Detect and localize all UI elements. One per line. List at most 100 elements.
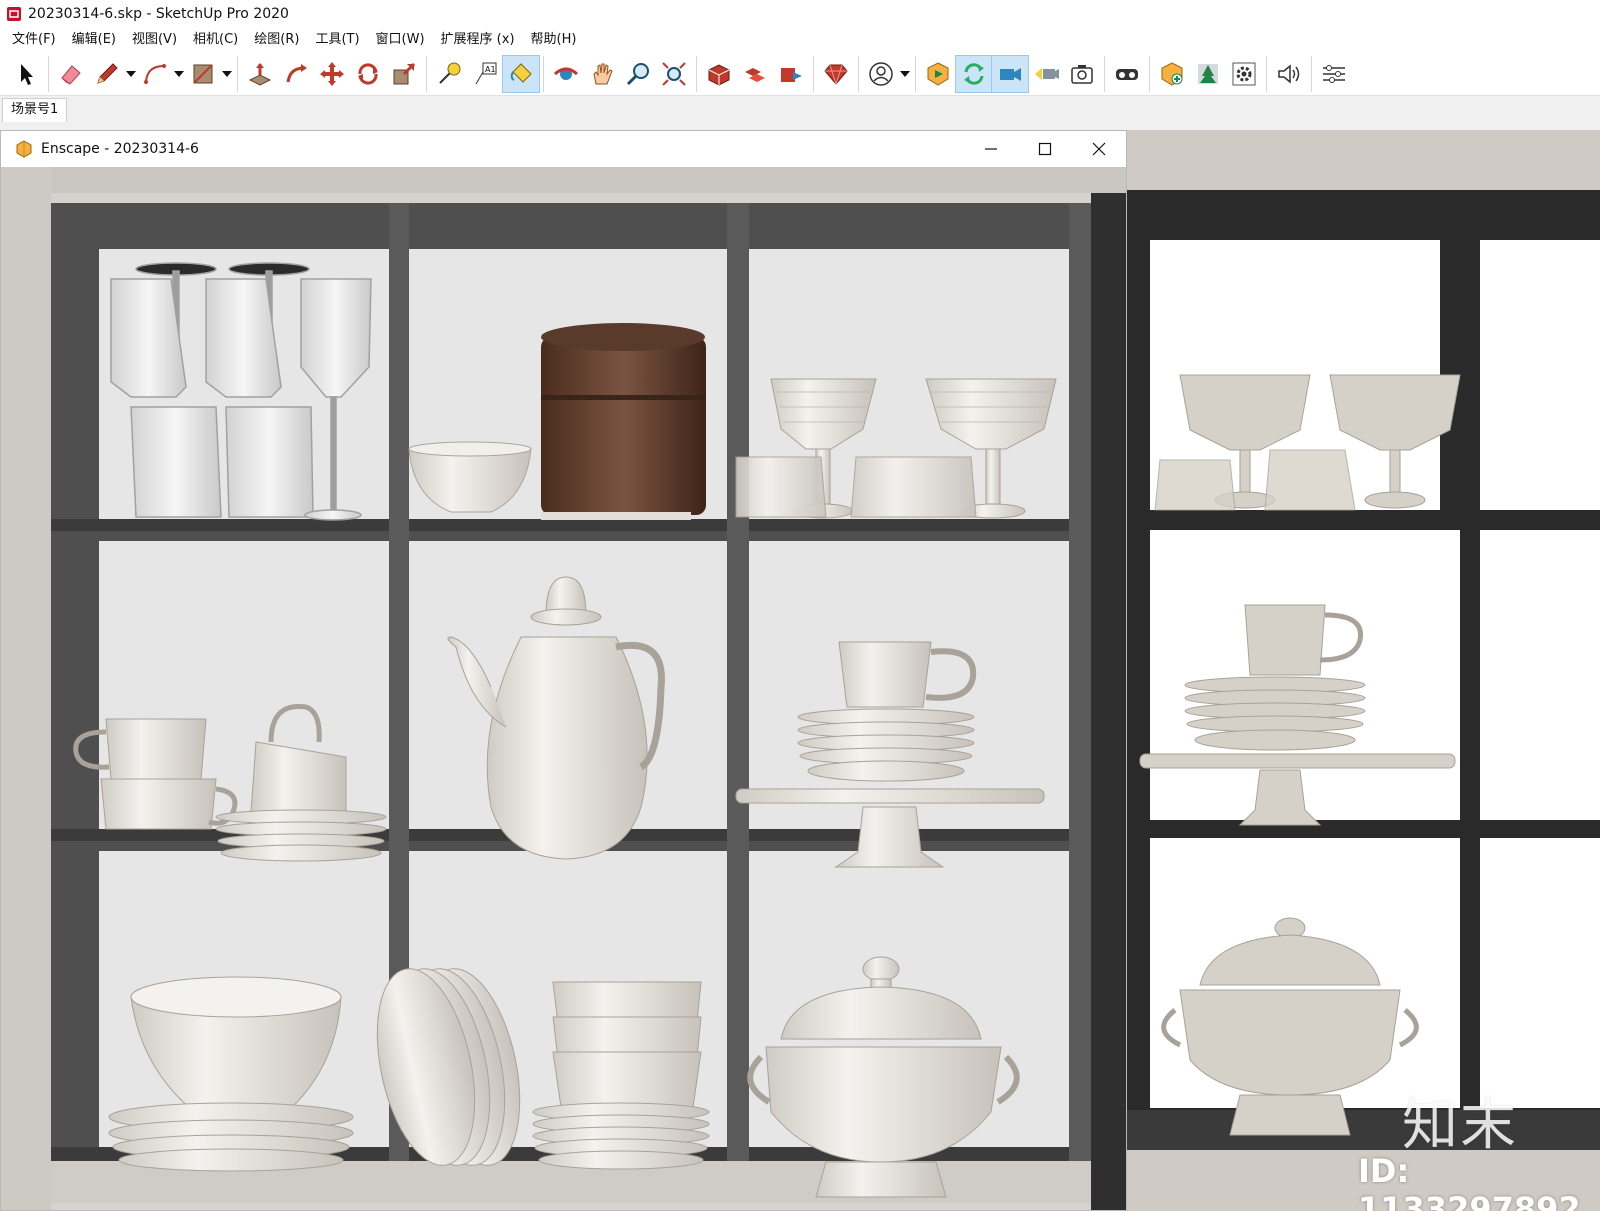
toolbar-separator: [1311, 55, 1312, 92]
minimize-icon: [985, 148, 997, 150]
select-tool-button[interactable]: [8, 56, 44, 92]
enscape-view-button[interactable]: [1028, 56, 1064, 92]
enscape-start-icon: [927, 61, 949, 86]
pan-tool-button[interactable]: [584, 56, 620, 92]
move-icon: [320, 61, 344, 86]
enscape-vr-button[interactable]: [1109, 56, 1145, 92]
text-tool-button[interactable]: A1: [467, 56, 503, 92]
menu-camera[interactable]: 相机(C): [185, 28, 246, 52]
zoom-icon: [626, 62, 649, 85]
menu-file[interactable]: 文件(F): [4, 28, 64, 52]
menu-tools[interactable]: 工具(T): [307, 28, 367, 52]
enscape-options-icon: [1323, 64, 1345, 83]
arc-icon: [144, 63, 166, 84]
components-button[interactable]: [737, 56, 773, 92]
enscape-view-icon: [1035, 67, 1059, 80]
move-tool-button[interactable]: [314, 56, 350, 92]
enscape-window-title: Enscape - 20230314-6: [41, 141, 199, 157]
menu-window[interactable]: 窗口(W): [368, 28, 433, 52]
pencil-line-icon: [97, 62, 118, 84]
follow-me-icon: [286, 63, 307, 82]
line-tool-button[interactable]: [89, 56, 125, 92]
rectangle-tool-button[interactable]: [185, 56, 221, 92]
chevron-down-icon: [174, 70, 184, 77]
account-dropdown[interactable]: [899, 56, 911, 92]
enscape-titlebar: Enscape - 20230314-6: [1, 131, 1126, 167]
push-pull-tool-button[interactable]: [242, 56, 278, 92]
enscape-window: Enscape - 20230314-6: [0, 130, 1127, 1211]
ruby-icon: [824, 64, 848, 86]
toolbar-separator: [543, 55, 544, 92]
eraser-tool-button[interactable]: [53, 56, 89, 92]
enscape-settings-icon: [1232, 62, 1256, 85]
maximize-icon: [1038, 142, 1052, 156]
enscape-asset-library-button[interactable]: [1154, 56, 1190, 92]
scene-tab-bar: 场景号1: [0, 96, 1600, 126]
select-arrow-icon: [21, 63, 33, 85]
minimize-button[interactable]: [964, 131, 1018, 167]
zoom-extents-tool-button[interactable]: [656, 56, 692, 92]
menu-bar: 文件(F) 编辑(E) 视图(V) 相机(C) 绘图(R) 工具(T) 窗口(W…: [0, 28, 1600, 52]
window-title: 20230314-6.skp - SketchUp Pro 2020: [28, 6, 289, 22]
pan-hand-icon: [593, 63, 613, 84]
line-tool-dropdown[interactable]: [125, 56, 137, 92]
window-titlebar: 20230314-6.skp - SketchUp Pro 2020: [0, 0, 1600, 28]
render-scene: [1, 167, 1126, 1210]
zoom-extents-icon: [662, 61, 686, 86]
watermark-logo: 知末: [1402, 1093, 1518, 1158]
enscape-material-icon: [1198, 63, 1218, 84]
account-icon: [869, 61, 893, 86]
enscape-vr-icon: [1116, 68, 1138, 80]
enscape-material-button[interactable]: [1190, 56, 1226, 92]
enscape-video-button[interactable]: [991, 54, 1029, 93]
toolbar-separator: [696, 55, 697, 92]
enscape-asset-icon: [1161, 61, 1183, 86]
menu-edit[interactable]: 编辑(E): [64, 28, 124, 52]
ruby-console-button[interactable]: [818, 56, 854, 92]
rotate-tool-button[interactable]: [350, 56, 386, 92]
extension-warehouse-icon: [781, 67, 802, 82]
toolbar-separator: [915, 55, 916, 92]
enscape-sync-button[interactable]: [955, 54, 993, 93]
rectangle-tool-dropdown[interactable]: [221, 56, 233, 92]
enscape-video-icon: [1000, 67, 1021, 81]
3d-warehouse-button[interactable]: [701, 56, 737, 92]
enscape-options-button[interactable]: [1316, 56, 1352, 92]
toolbar-separator: [1104, 55, 1105, 92]
follow-me-tool-button[interactable]: [278, 56, 314, 92]
arc-tool-dropdown[interactable]: [173, 56, 185, 92]
orbit-tool-button[interactable]: [548, 56, 584, 92]
zoom-tool-button[interactable]: [620, 56, 656, 92]
rectangle-icon: [193, 63, 213, 84]
viewport-model: [1120, 130, 1600, 1211]
enscape-start-button[interactable]: [920, 56, 956, 92]
chevron-down-icon: [126, 70, 136, 77]
enscape-render-viewport[interactable]: [1, 167, 1126, 1210]
enscape-audio-icon: [1278, 63, 1300, 84]
tape-measure-icon: [439, 62, 461, 84]
extension-warehouse-button[interactable]: [773, 56, 809, 92]
watermark-id: ID: 1133297892: [1358, 1152, 1581, 1211]
menu-draw[interactable]: 绘图(R): [246, 28, 307, 52]
toolbar-separator: [858, 55, 859, 92]
chevron-down-icon: [222, 70, 232, 77]
arc-tool-button[interactable]: [137, 56, 173, 92]
chevron-down-icon: [900, 70, 910, 77]
tape-measure-tool-button[interactable]: [431, 56, 467, 92]
maximize-button[interactable]: [1018, 131, 1072, 167]
account-button[interactable]: [863, 56, 899, 92]
scale-tool-button[interactable]: [386, 56, 422, 92]
menu-help[interactable]: 帮助(H): [523, 28, 585, 52]
menu-view[interactable]: 视图(V): [124, 28, 185, 52]
menu-extensions[interactable]: 扩展程序 (x): [433, 28, 523, 52]
paint-bucket-tool-button[interactable]: [502, 54, 540, 93]
enscape-screenshot-icon: [1071, 64, 1093, 84]
enscape-audio-button[interactable]: [1271, 56, 1307, 92]
close-button[interactable]: [1072, 131, 1126, 167]
sketchup-viewport[interactable]: [1120, 130, 1600, 1211]
enscape-screenshot-button[interactable]: [1064, 56, 1100, 92]
toolbar-separator: [1149, 55, 1150, 92]
scene-tab-1[interactable]: 场景号1: [2, 98, 68, 122]
text-label-icon: A1: [475, 62, 497, 84]
enscape-settings-button[interactable]: [1226, 56, 1262, 92]
